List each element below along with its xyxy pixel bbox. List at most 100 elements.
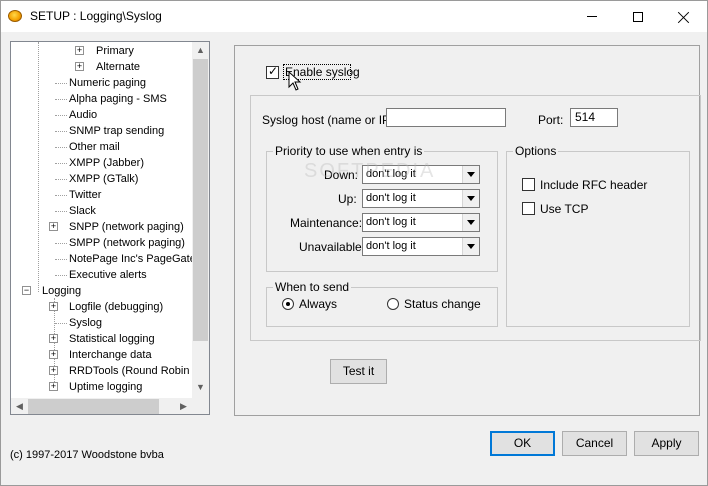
tree-item-syslog[interactable]: Syslog <box>11 315 192 331</box>
minimize-button[interactable] <box>569 1 615 32</box>
tree-item-other-mail[interactable]: Other mail <box>11 139 192 155</box>
tree-item-snpp[interactable]: + SNPP (network paging) <box>11 219 192 235</box>
tree-item-uptime-logging[interactable]: + Uptime logging <box>11 379 192 395</box>
minimize-icon <box>587 16 597 17</box>
mouse-cursor-icon <box>288 71 302 91</box>
unavailable-priority-select[interactable]: don't log it <box>362 237 480 256</box>
tree-item-executive-alerts[interactable]: Executive alerts <box>11 267 192 283</box>
tree-item-audio[interactable]: Audio <box>11 107 192 123</box>
copyright-text: (c) 1997-2017 Woodstone bvba <box>10 449 164 461</box>
collapse-icon[interactable]: − <box>22 286 31 295</box>
maximize-button[interactable] <box>615 1 661 32</box>
tree-item-alpha-paging[interactable]: Alpha paging - SMS <box>11 91 192 107</box>
tree-item-numeric-paging[interactable]: Numeric paging <box>11 75 192 91</box>
scroll-left-icon[interactable]: ◀ <box>11 401 28 412</box>
tree-item-label: Audio <box>69 109 98 121</box>
tree-item-label: RRDTools (Round Robin D <box>69 365 201 377</box>
tree-horizontal-scrollbar[interactable]: ◀ ▶ <box>11 398 192 414</box>
chevron-down-icon[interactable] <box>462 214 479 231</box>
port-input[interactable]: 514 <box>570 108 618 127</box>
tree-item-interchange-data[interactable]: + Interchange data <box>11 347 192 363</box>
options-group-title: Options <box>513 144 559 158</box>
tree-item-label: Interchange data <box>69 349 152 361</box>
priority-group-title: Priority to use when entry is <box>273 144 425 158</box>
title-bar[interactable]: SETUP : Logging\Syslog <box>1 1 707 32</box>
include-rfc-header-label[interactable]: Include RFC header <box>540 178 647 192</box>
always-radio[interactable] <box>282 298 294 310</box>
settings-tree[interactable]: + Primary + Alternate Numeric paging Alp… <box>10 41 210 415</box>
tree-item-logfile[interactable]: + Logfile (debugging) <box>11 299 192 315</box>
status-change-label[interactable]: Status change <box>404 297 481 311</box>
use-tcp-label[interactable]: Use TCP <box>540 202 588 216</box>
tree-item-alternate[interactable]: + Alternate <box>11 59 192 75</box>
scroll-right-icon[interactable]: ▶ <box>175 401 192 412</box>
expand-icon[interactable]: + <box>49 222 58 231</box>
tree-item-rrdtools[interactable]: + RRDTools (Round Robin D <box>11 363 200 379</box>
tree-item-label: Syslog <box>69 317 103 329</box>
chevron-down-icon[interactable] <box>462 190 479 207</box>
syslog-host-label: Syslog host (name or IP): <box>262 113 398 127</box>
up-priority-select[interactable]: don't log it <box>362 189 480 208</box>
tree-item-label: Logging <box>42 285 82 297</box>
tree-item-xmpp-gtalk[interactable]: XMPP (GTalk) <box>11 171 192 187</box>
ok-button[interactable]: OK <box>490 431 555 456</box>
expand-icon[interactable]: + <box>49 302 58 311</box>
chevron-down-icon[interactable] <box>462 238 479 255</box>
chevron-down-icon[interactable] <box>462 166 479 183</box>
tree-item-logging[interactable]: − Logging <box>11 283 192 299</box>
app-logo-icon <box>8 10 22 22</box>
unavailable-priority-value: don't log it <box>366 240 416 252</box>
expand-icon[interactable]: + <box>75 46 84 55</box>
maintenance-priority-select[interactable]: don't log it <box>362 213 480 232</box>
expand-icon[interactable]: + <box>49 350 58 359</box>
close-button[interactable] <box>661 1 707 32</box>
enable-syslog-checkbox[interactable] <box>266 64 279 79</box>
tree-item-label: XMPP (Jabber) <box>69 157 144 169</box>
tree-item-label: Primary <box>96 45 134 57</box>
tree-item-snmp-trap[interactable]: SNMP trap sending <box>11 123 192 139</box>
expand-icon[interactable]: + <box>75 62 84 71</box>
always-label[interactable]: Always <box>299 297 337 311</box>
scroll-thumb[interactable] <box>28 399 159 414</box>
tree-item-label: SNMP trap sending <box>69 125 165 137</box>
tree-item-label: NotePage Inc's PageGate <box>69 253 196 265</box>
include-rfc-header-checkbox[interactable] <box>522 178 535 191</box>
syslog-host-input[interactable] <box>386 108 506 127</box>
window-title: SETUP : Logging\Syslog <box>30 9 162 23</box>
tree-item-label: Uptime logging <box>69 381 143 393</box>
tree-item-notepage[interactable]: NotePage Inc's PageGate <box>11 251 196 267</box>
tree-item-label: Alpha paging - SMS <box>69 93 167 105</box>
tree-item-twitter[interactable]: Twitter <box>11 187 192 203</box>
close-icon <box>678 11 690 23</box>
apply-button[interactable]: Apply <box>634 431 699 456</box>
tree-item-label: Statistical logging <box>69 333 155 345</box>
scrollbar-corner <box>192 398 209 414</box>
scroll-up-icon[interactable]: ▲ <box>192 45 209 55</box>
scroll-down-icon[interactable]: ▼ <box>192 382 209 392</box>
cancel-button[interactable]: Cancel <box>562 431 627 456</box>
expand-icon[interactable]: + <box>49 366 58 375</box>
tree-item-xmpp-jabber[interactable]: XMPP (Jabber) <box>11 155 192 171</box>
tree-item-label: SNPP (network paging) <box>69 221 184 233</box>
setup-window: SETUP : Logging\Syslog + Primary + Alter… <box>0 0 708 486</box>
test-it-button[interactable]: Test it <box>330 359 387 384</box>
tree-item-label: XMPP (GTalk) <box>69 173 139 185</box>
tree-item-label: Numeric paging <box>69 77 147 89</box>
when-to-send-title: When to send <box>273 280 352 294</box>
use-tcp-checkbox[interactable] <box>522 202 535 215</box>
port-label: Port: <box>538 113 564 127</box>
up-label: Up: <box>338 192 357 206</box>
tree-item-primary[interactable]: + Primary <box>11 43 192 59</box>
tree-item-slack[interactable]: Slack <box>11 203 192 219</box>
status-change-radio[interactable] <box>387 298 399 310</box>
tree-item-label: Other mail <box>69 141 120 153</box>
maximize-icon <box>633 11 643 22</box>
expand-icon[interactable]: + <box>49 334 58 343</box>
scroll-thumb[interactable] <box>193 59 208 341</box>
tree-vertical-scrollbar[interactable]: ▲ ▼ <box>192 42 209 398</box>
tree-item-label: Alternate <box>96 61 141 73</box>
tree-item-statistical-logging[interactable]: + Statistical logging <box>11 331 192 347</box>
tree-item-label: Slack <box>69 205 96 217</box>
expand-icon[interactable]: + <box>49 382 58 391</box>
tree-item-smpp[interactable]: SMPP (network paging) <box>11 235 192 251</box>
